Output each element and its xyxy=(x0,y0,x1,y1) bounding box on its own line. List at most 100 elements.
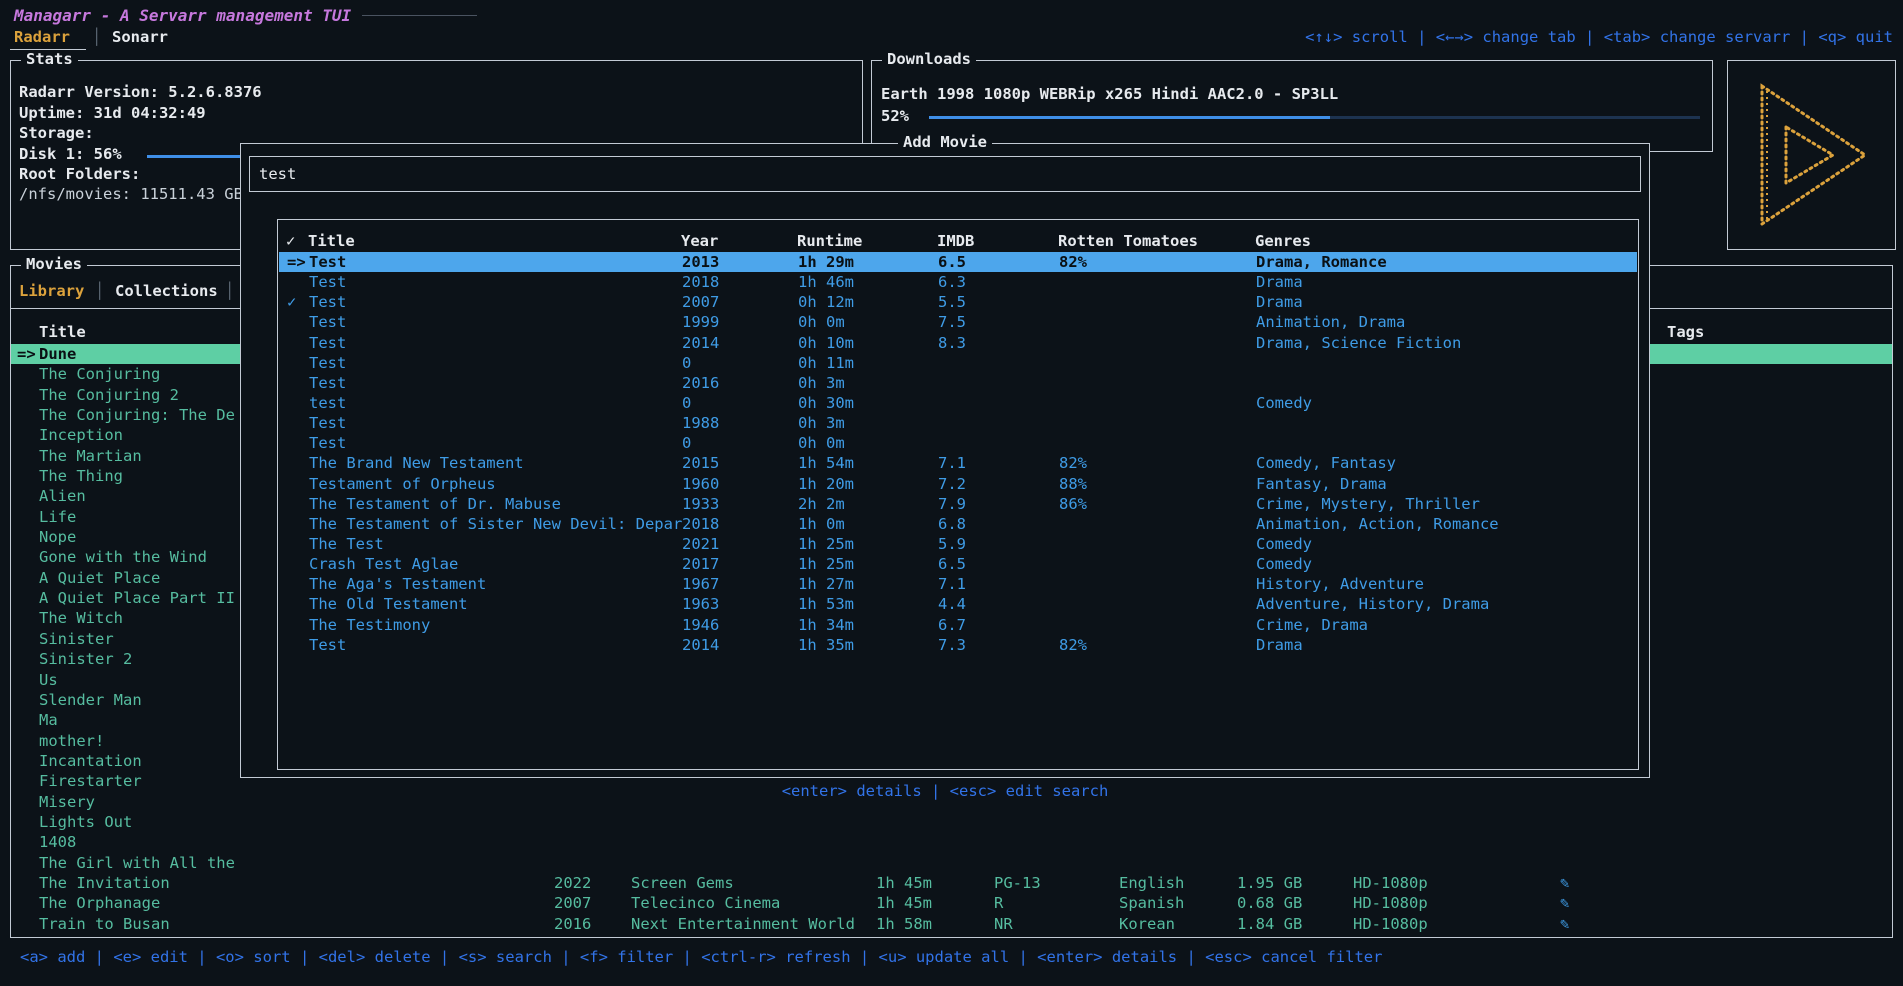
cell-year: 1946 xyxy=(682,615,719,635)
movie-title-cell: The Martian xyxy=(39,446,142,466)
results-header-runtime: Runtime xyxy=(797,232,862,250)
movie-list-item[interactable]: The Orphanage2007Telecinco Cinema1h 45mR… xyxy=(11,893,1892,913)
movie-runtime-cell: 1h 45m xyxy=(876,873,932,893)
movie-title-cell: Us xyxy=(39,670,58,690)
download-item[interactable]: Earth 1998 1080p WEBRip x265 Hindi AAC2.… xyxy=(881,85,1338,103)
cell-year: 2007 xyxy=(682,292,719,312)
movie-list-item[interactable]: The Girl with All the xyxy=(11,853,1892,873)
cell-year: 2016 xyxy=(682,373,719,393)
downloads-panel: Downloads Earth 1998 1080p WEBRip x265 H… xyxy=(871,60,1713,152)
tab-sonarr[interactable]: Sonarr xyxy=(112,28,168,46)
movie-size-cell: 1.84 GB xyxy=(1237,914,1302,934)
cell-year: 2014 xyxy=(682,635,719,655)
results-header-check: ✓ xyxy=(286,232,295,250)
cell-imdb: 6.5 xyxy=(938,554,966,574)
movie-list-item[interactable]: The Invitation2022Screen Gems1h 45mPG-13… xyxy=(11,873,1892,893)
cell-runtime: 1h 46m xyxy=(798,272,854,292)
add-movie-result-row[interactable]: Test19990h 0m7.5Animation, Drama xyxy=(279,312,1637,332)
add-movie-result-row[interactable]: =>Test20131h 29m6.582%Drama, Romance xyxy=(279,252,1637,272)
add-movie-result-row[interactable]: The Testament of Sister New Devil: Depar… xyxy=(279,514,1637,534)
cell-imdb: 6.3 xyxy=(938,272,966,292)
cell-title: Crash Test Aglae xyxy=(309,554,458,574)
add-movie-result-row[interactable]: Test19880h 3m xyxy=(279,413,1637,433)
tab-collections[interactable]: Collections xyxy=(115,282,218,300)
add-movie-result-row[interactable]: Test00h 0m xyxy=(279,433,1637,453)
results-header-title: Title xyxy=(308,232,355,250)
movie-list-item[interactable]: 1408 xyxy=(11,832,1892,852)
cell-runtime: 1h 20m xyxy=(798,474,854,494)
cell-title: Test xyxy=(309,635,346,655)
cell-year: 0 xyxy=(682,433,691,453)
movie-title-cell: The Invitation xyxy=(39,873,170,893)
cell-imdb: 7.3 xyxy=(938,635,966,655)
add-movie-result-row[interactable]: Test20160h 3m xyxy=(279,373,1637,393)
cell-genres: Drama xyxy=(1256,292,1303,312)
add-movie-result-row[interactable]: Test20181h 46m6.3Drama xyxy=(279,272,1637,292)
cell-title: The Aga's Testament xyxy=(309,574,486,594)
add-movie-result-row[interactable]: The Testimony19461h 34m6.7Crime, Drama xyxy=(279,615,1637,635)
movie-list-item[interactable]: Train to Busan2016Next Entertainment Wor… xyxy=(11,914,1892,934)
cell-year: 0 xyxy=(682,353,691,373)
movie-language-cell: Korean xyxy=(1119,914,1175,934)
cell-imdb: 5.5 xyxy=(938,292,966,312)
tab-radarr[interactable]: Radarr xyxy=(14,28,70,46)
movie-title-cell: Incantation xyxy=(39,751,142,771)
add-movie-table-body: =>Test20131h 29m6.582%Drama, Romance Test… xyxy=(279,252,1637,655)
movie-title-cell: mother! xyxy=(39,731,104,751)
movie-title-cell: Sinister 2 xyxy=(39,649,132,669)
cell-year: 1963 xyxy=(682,594,719,614)
cell-runtime: 1h 25m xyxy=(798,554,854,574)
cell-runtime: 1h 29m xyxy=(798,252,854,272)
movie-quality-cell: HD-1080p xyxy=(1353,873,1428,893)
add-movie-result-row[interactable]: Crash Test Aglae20171h 25m6.5Comedy xyxy=(279,554,1637,574)
cell-title: Test xyxy=(309,433,346,453)
edit-icon: ✎ xyxy=(1560,914,1569,934)
movie-search-input[interactable] xyxy=(249,156,1641,192)
add-movie-result-row[interactable]: ✓Test20070h 12m5.5Drama xyxy=(279,292,1637,312)
add-movie-result-row[interactable]: Test20140h 10m8.3Drama, Science Fiction xyxy=(279,333,1637,353)
tab-library[interactable]: Library xyxy=(19,282,84,300)
movie-year-cell: 2007 xyxy=(554,893,591,913)
cell-runtime: 0h 10m xyxy=(798,333,854,353)
cell-title: The Brand New Testament xyxy=(309,453,524,473)
download-percent: 52% xyxy=(881,107,909,125)
cell-genres: Drama xyxy=(1256,272,1303,292)
top-help-bar: <↑↓> scroll | <←→> change tab | <tab> ch… xyxy=(1305,28,1893,46)
cell-year: 2018 xyxy=(682,514,719,534)
cell-imdb: 8.3 xyxy=(938,333,966,353)
movie-quality-cell: HD-1080p xyxy=(1353,914,1428,934)
add-movie-result-row[interactable]: The Test20211h 25m5.9Comedy xyxy=(279,534,1637,554)
managarr-logo-icon xyxy=(1753,79,1871,231)
movie-studio-cell: Next Entertainment World xyxy=(631,914,855,934)
add-movie-result-row[interactable]: test00h 30mComedy xyxy=(279,393,1637,413)
movie-year-cell: 2022 xyxy=(554,873,591,893)
cell-rt: 82% xyxy=(1059,453,1087,473)
add-movie-result-row[interactable]: The Old Testament19631h 53m4.4Adventure,… xyxy=(279,594,1637,614)
movie-title-cell: Gone with the Wind xyxy=(39,547,207,567)
download-progress-fill xyxy=(929,116,1330,119)
cell-rt: 88% xyxy=(1059,474,1087,494)
stats-root-folders-label: Root Folders: xyxy=(19,165,140,183)
movie-title-cell: Misery xyxy=(39,792,95,812)
add-movie-result-row[interactable]: The Aga's Testament19671h 27m7.1History,… xyxy=(279,574,1637,594)
movie-list-item[interactable]: Lights Out xyxy=(11,812,1892,832)
cell-year: 2015 xyxy=(682,453,719,473)
add-movie-result-row[interactable]: The Testament of Dr. Mabuse19332h 2m7.98… xyxy=(279,494,1637,514)
cell-genres: Animation, Drama xyxy=(1256,312,1405,332)
add-movie-result-row[interactable]: Test00h 11m xyxy=(279,353,1637,373)
cell-title: The Old Testament xyxy=(309,594,468,614)
add-movie-results-table: ✓ Title Year Runtime IMDB Rotten Tomatoe… xyxy=(277,219,1639,770)
cell-runtime: 0h 11m xyxy=(798,353,854,373)
movie-title-cell: Lights Out xyxy=(39,812,132,832)
bottom-help-bar: <a> add | <e> edit | <o> sort | <del> de… xyxy=(20,948,1382,966)
add-movie-result-row[interactable]: Test20141h 35m7.382%Drama xyxy=(279,635,1637,655)
cell-genres: Animation, Action, Romance xyxy=(1256,514,1499,534)
cell-imdb: 6.7 xyxy=(938,615,966,635)
edit-icon: ✎ xyxy=(1560,893,1569,913)
add-movie-result-row[interactable]: The Brand New Testament20151h 54m7.182%C… xyxy=(279,453,1637,473)
cell-check: ✓ xyxy=(287,292,296,312)
movie-title-cell: A Quiet Place xyxy=(39,568,160,588)
add-movie-result-row[interactable]: Testament of Orpheus19601h 20m7.288%Fant… xyxy=(279,474,1637,494)
cell-runtime: 1h 53m xyxy=(798,594,854,614)
movie-title-cell: Sinister xyxy=(39,629,114,649)
